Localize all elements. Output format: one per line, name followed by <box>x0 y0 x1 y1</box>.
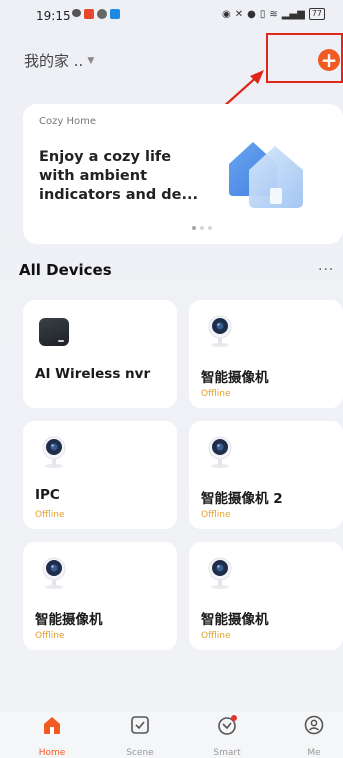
device-card[interactable]: 智能摄像机 Offline <box>189 542 343 650</box>
bottom-navigation: Home Scene Smart Me <box>0 712 343 758</box>
signal-icon: ▂▄▆ <box>281 8 305 20</box>
home-icon <box>44 717 60 734</box>
battery-icon: 77 <box>308 8 325 20</box>
device-status: Offline <box>35 510 65 520</box>
nvr-icon <box>39 318 69 346</box>
nav-label: Scene <box>126 748 154 758</box>
wifi-icon: ≋ <box>269 8 278 20</box>
device-card[interactable]: 智能摄像机 2 Offline <box>189 421 343 529</box>
app-notification-icon <box>84 9 94 19</box>
device-card[interactable]: 智能摄像机 Offline <box>189 300 343 408</box>
device-status: Offline <box>201 631 231 641</box>
pagination-dot[interactable] <box>208 226 212 230</box>
device-name: IPC <box>35 487 60 503</box>
banner-text: Enjoy a cozy life with ambient indicator… <box>39 149 199 203</box>
more-options-button[interactable]: ··· <box>318 262 334 278</box>
banner-pagination <box>23 226 343 230</box>
pagination-dot[interactable] <box>200 226 204 230</box>
device-status: Offline <box>201 389 231 399</box>
section-title: All Devices <box>19 261 112 279</box>
checkbox-icon <box>131 716 149 734</box>
camera-icon <box>42 557 66 589</box>
message-icon <box>72 9 81 17</box>
camera-icon <box>208 315 232 347</box>
location-icon: ● <box>247 8 256 20</box>
device-status: Offline <box>35 631 65 641</box>
device-name: 智能摄像机 2 <box>201 491 283 507</box>
banner-tag: Cozy Home <box>39 116 96 127</box>
device-name: 智能摄像机 <box>201 612 269 628</box>
profile-icon <box>304 715 324 735</box>
eye-icon: ◉ <box>221 8 231 20</box>
smart-icon <box>218 715 237 735</box>
device-name: 智能摄像机 <box>201 370 269 386</box>
device-card[interactable]: 智能摄像机 Offline <box>23 542 177 650</box>
camera-icon <box>42 436 66 468</box>
nav-label: Home <box>38 748 66 758</box>
home-name: 我的家 .. <box>24 52 84 70</box>
notification-icons <box>72 9 120 19</box>
app-notification-icon <box>97 9 107 19</box>
app-notification-icon <box>110 9 120 19</box>
device-card[interactable]: AI Wireless nvr <box>23 300 177 408</box>
nav-label: Me <box>307 748 321 758</box>
camera-icon <box>208 557 232 589</box>
home-selector[interactable]: 我的家 .. ▼ <box>24 50 94 71</box>
vibrate-icon: ▯ <box>259 8 266 20</box>
status-bar: 19:15 ◉ ✕ ● ▯ ≋ ▂▄▆ 77 <box>0 0 343 28</box>
camera-icon <box>208 436 232 468</box>
device-status: Offline <box>201 510 231 520</box>
chevron-down-icon: ▼ <box>87 55 95 66</box>
house-illustration-icon <box>229 142 303 208</box>
device-name: 智能摄像机 <box>35 612 103 628</box>
pagination-dot[interactable] <box>192 226 196 230</box>
mute-icon: ✕ <box>234 8 244 20</box>
device-card[interactable]: IPC Offline <box>23 421 177 529</box>
status-time: 19:15 <box>36 9 71 23</box>
nav-label: Smart <box>213 748 241 758</box>
system-status-icons: ◉ ✕ ● ▯ ≋ ▂▄▆ 77 <box>222 8 325 20</box>
device-name: AI Wireless nvr <box>35 366 151 382</box>
promo-banner[interactable]: Cozy Home Enjoy a cozy life with ambient… <box>23 104 343 244</box>
annotation-highlight-box <box>266 33 343 83</box>
